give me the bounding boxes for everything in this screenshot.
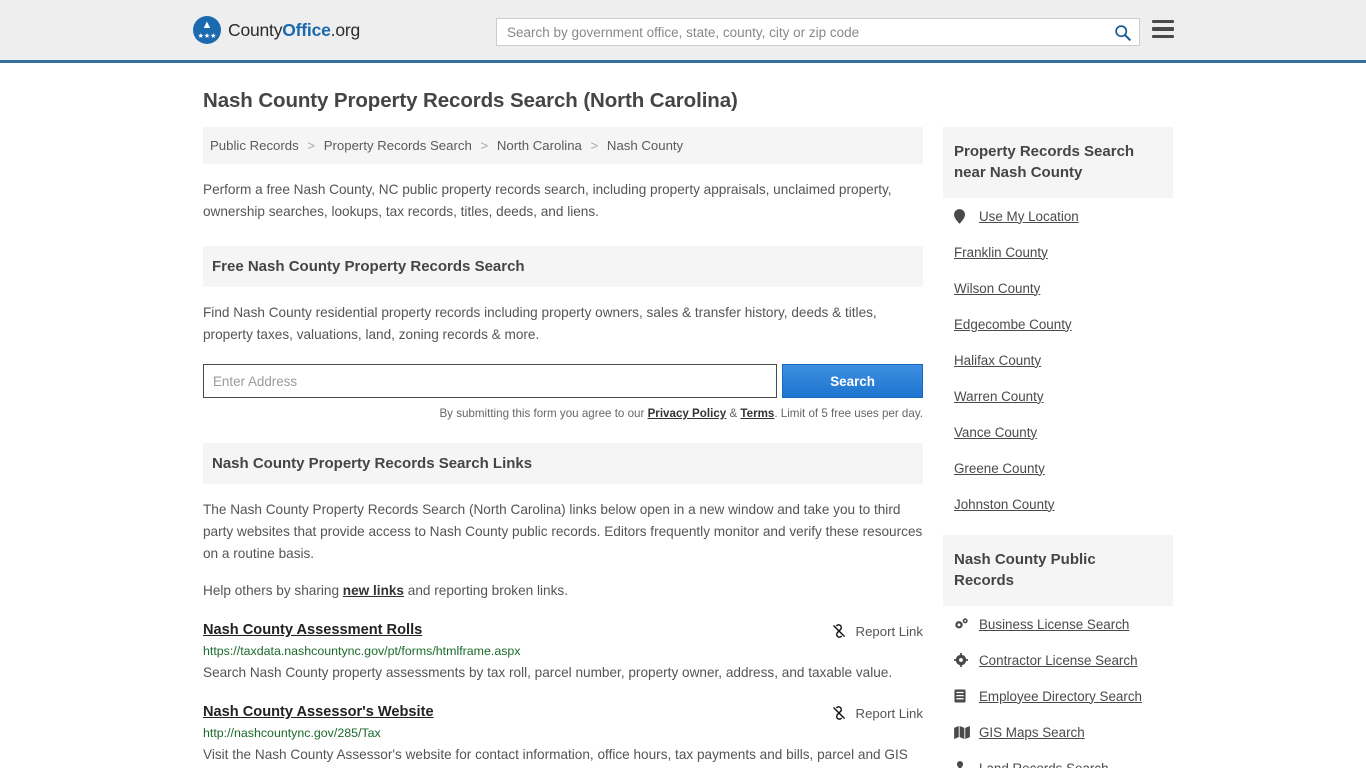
link-description: Visit the Nash County Assessor's website…	[203, 747, 908, 762]
global-search-bar	[496, 18, 1140, 46]
main-column: Public Records > Property Records Search…	[203, 127, 923, 768]
sidebar-link-label[interactable]: Land Records Search	[979, 761, 1109, 768]
sidebar-link-label[interactable]: Greene County	[954, 461, 1045, 476]
link-title[interactable]: Nash County Assessor's Website	[203, 704, 434, 720]
search-links-paragraph: The Nash County Property Records Search …	[203, 502, 923, 561]
link-url: http://nashcountync.gov/285/Tax	[203, 726, 381, 740]
logo-text-office: Office	[282, 19, 331, 40]
breadcrumb-separator: >	[480, 138, 489, 153]
gear-icon	[954, 653, 971, 667]
sidebar-link-label[interactable]: Warren County	[954, 389, 1044, 404]
eagle-shield-logo-icon: ▲ ★★★	[193, 16, 221, 44]
site-logo[interactable]: ▲ ★★★ CountyOffice.org	[193, 16, 360, 44]
terms-link[interactable]: Terms	[740, 407, 774, 420]
map-pin-icon	[954, 208, 971, 224]
report-link-button[interactable]: Report Link	[831, 623, 923, 639]
sidebar-item-vance-county[interactable]: Vance County	[943, 414, 1173, 450]
sidebar-item-wilson-county[interactable]: Wilson County	[943, 270, 1173, 306]
id-card-icon	[954, 689, 971, 703]
sidebar-link-label[interactable]: Johnston County	[954, 497, 1055, 512]
landmark-icon	[954, 761, 971, 768]
sidebar-item-johnston-county[interactable]: Johnston County	[943, 486, 1173, 522]
sidebar-item-employee-directory-search[interactable]: Employee Directory Search	[943, 678, 1173, 714]
report-link-label: Report Link	[855, 623, 923, 639]
link-entry: Nash County Assessor's Website Report Li…	[203, 704, 923, 768]
report-link-label: Report Link	[855, 705, 923, 721]
logo-wordmark: CountyOffice.org	[228, 20, 360, 41]
sidebar-public-records-heading: Nash County Public Records	[943, 535, 1173, 606]
page-title: Nash County Property Records Search (Nor…	[203, 89, 738, 112]
sidebar-link-label[interactable]: Franklin County	[954, 245, 1048, 260]
help-post: and reporting broken links.	[404, 583, 568, 598]
sidebar-link-label[interactable]: Edgecombe County	[954, 317, 1072, 332]
breadcrumb-separator: >	[307, 138, 316, 153]
search-button[interactable]: Search	[782, 364, 923, 398]
sidebar: Property Records Search near Nash County…	[943, 127, 1173, 768]
link-description: Search Nash County property assessments …	[203, 665, 893, 680]
disclaimer-post: . Limit of 5 free uses per day.	[774, 407, 923, 420]
new-links-link[interactable]: new links	[343, 583, 404, 598]
free-search-description: Find Nash County residential property re…	[203, 305, 877, 342]
logo-text-county: County	[228, 19, 283, 40]
sidebar-link-label[interactable]: Contractor License Search	[979, 653, 1138, 668]
site-header: ▲ ★★★ CountyOffice.org	[0, 0, 1366, 63]
map-icon	[954, 725, 971, 739]
sidebar-item-greene-county[interactable]: Greene County	[943, 450, 1173, 486]
page-intro-text: Perform a free Nash County, NC public pr…	[203, 182, 892, 219]
hamburger-bar-2	[1152, 27, 1174, 31]
sidebar-item-land-records-search[interactable]: Land Records Search	[943, 750, 1173, 768]
sidebar-link-label[interactable]: Halifax County	[954, 353, 1041, 368]
sidebar-item-franklin-county[interactable]: Franklin County	[943, 234, 1173, 270]
address-search-form: Search	[203, 364, 923, 398]
sidebar-link-label[interactable]: Use My Location	[979, 209, 1079, 224]
sidebar-link-label[interactable]: Employee Directory Search	[979, 689, 1142, 704]
privacy-policy-link[interactable]: Privacy Policy	[648, 407, 727, 420]
link-url: https://taxdata.nashcountync.gov/pt/form…	[203, 644, 521, 658]
sidebar-link-label[interactable]: Vance County	[954, 425, 1037, 440]
breadcrumb-item-public-records[interactable]: Public Records	[210, 138, 299, 153]
hamburger-bar-1	[1152, 20, 1174, 24]
breadcrumb-item-nash-county[interactable]: Nash County	[607, 138, 683, 153]
content-columns: Public Records > Property Records Search…	[203, 127, 1173, 768]
sidebar-link-label[interactable]: Wilson County	[954, 281, 1040, 296]
breadcrumb-item-property-records-search[interactable]: Property Records Search	[324, 138, 472, 153]
address-input[interactable]	[203, 364, 778, 398]
sidebar-item-business-license-search[interactable]: Business License Search	[943, 606, 1173, 642]
disclaimer-amp: &	[726, 407, 741, 420]
link-title[interactable]: Nash County Assessment Rolls	[203, 622, 422, 638]
sidebar-item-contractor-license-search[interactable]: Contractor License Search	[943, 642, 1173, 678]
search-icon[interactable]	[1105, 19, 1139, 45]
breadcrumb-item-north-carolina[interactable]: North Carolina	[497, 138, 582, 153]
sidebar-public-records-list: Business License Search Contractor Licen…	[943, 606, 1173, 768]
sidebar-link-label[interactable]: GIS Maps Search	[979, 725, 1085, 740]
sidebar-item-gis-maps-search[interactable]: GIS Maps Search	[943, 714, 1173, 750]
link-entry-header: Nash County Assessor's Website Report Li…	[203, 704, 923, 721]
gears-icon	[954, 617, 971, 631]
sidebar-item-use-my-location[interactable]: Use My Location	[943, 198, 1173, 234]
sidebar-item-edgecombe-county[interactable]: Edgecombe County	[943, 306, 1173, 342]
search-input[interactable]	[497, 19, 1105, 45]
hamburger-menu-icon[interactable]	[1152, 20, 1174, 38]
search-links-heading: Nash County Property Records Search Link…	[203, 443, 923, 484]
page-body: Nash County Property Records Search (Nor…	[0, 89, 1366, 768]
sidebar-item-halifax-county[interactable]: Halifax County	[943, 342, 1173, 378]
sidebar-nearby-heading: Property Records Search near Nash County	[943, 127, 1173, 198]
help-others-text: Help others by sharing new links and rep…	[203, 580, 923, 602]
sidebar-item-warren-county[interactable]: Warren County	[943, 378, 1173, 414]
link-entry-header: Nash County Assessment Rolls Report Link	[203, 622, 923, 639]
help-pre: Help others by sharing	[203, 583, 343, 598]
broken-link-icon	[831, 623, 847, 639]
broken-link-icon	[831, 705, 847, 721]
disclaimer-pre: By submitting this form you agree to our	[439, 407, 648, 420]
breadcrumb: Public Records > Property Records Search…	[203, 127, 923, 164]
report-link-button[interactable]: Report Link	[831, 705, 923, 721]
hamburger-bar-3	[1152, 34, 1174, 38]
form-disclaimer: By submitting this form you agree to our…	[203, 407, 923, 420]
free-search-heading: Free Nash County Property Records Search	[203, 246, 923, 287]
breadcrumb-separator: >	[590, 138, 599, 153]
sidebar-nearby-list: Use My Location Franklin County Wilson C…	[943, 198, 1173, 522]
link-entry: Nash County Assessment Rolls Report Link	[203, 622, 923, 684]
sidebar-link-label[interactable]: Business License Search	[979, 617, 1129, 632]
logo-text-org: .org	[330, 19, 361, 40]
